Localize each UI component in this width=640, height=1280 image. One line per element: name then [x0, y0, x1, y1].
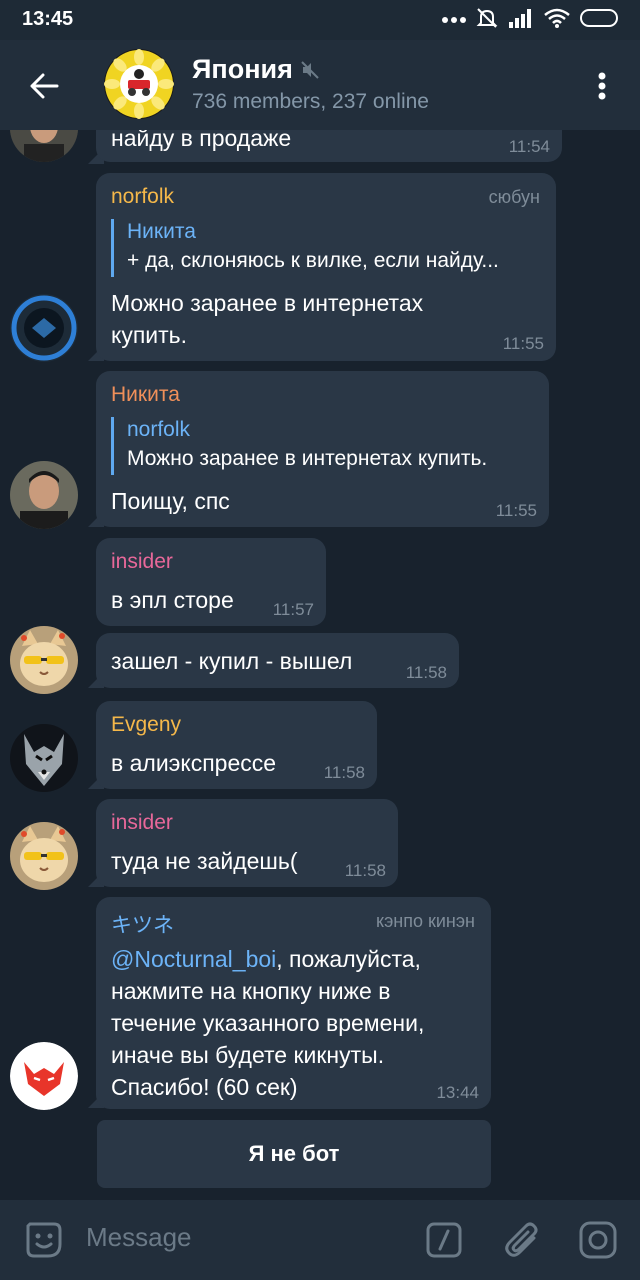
- message-time: 11:54: [508, 137, 550, 156]
- reply-text: Можно заранее в интернетах купить.: [127, 447, 488, 470]
- reply-author: norfolk: [127, 418, 191, 441]
- sender-name: insider: [111, 550, 173, 573]
- status-icons: [442, 7, 620, 34]
- message-time: 11:55: [502, 334, 544, 353]
- sticker-icon: [26, 1222, 62, 1258]
- slash-command-icon: [426, 1222, 462, 1258]
- more-dots-icon: [442, 11, 466, 29]
- message-bubble[interactable]: キツネ кэнпо кинэн @Nocturnal_boi, пожалуйс…: [96, 897, 491, 1109]
- wifi-icon: [544, 8, 570, 33]
- reply-text: + да, склоняюсь к вилке, если найду...: [127, 249, 499, 272]
- reply-quote[interactable]: norfolk Можно заранее в интернетах купит…: [111, 417, 532, 475]
- camera-icon: [579, 1221, 617, 1259]
- admin-title: кэнпо кинэн: [376, 911, 475, 931]
- sender-name: Никита: [111, 383, 180, 406]
- chat-header: Япония 736 members, 237 online: [0, 40, 640, 130]
- message-bubble[interactable]: insider в эпл сторе 11:57: [96, 538, 326, 626]
- chat-title[interactable]: Япония: [192, 54, 319, 85]
- chat-title-text: Япония: [192, 54, 293, 84]
- camera-button[interactable]: [579, 1221, 617, 1259]
- attach-button[interactable]: [504, 1220, 542, 1260]
- avatar[interactable]: [10, 130, 78, 162]
- back-button[interactable]: [18, 60, 70, 112]
- message-text: туда не зайдешь(: [111, 848, 298, 874]
- message-bubble[interactable]: найду в продаже 11:54: [96, 130, 562, 162]
- avatar[interactable]: [10, 1042, 78, 1110]
- sender-name: Evgeny: [111, 713, 182, 736]
- sender-name: norfolk: [111, 185, 175, 208]
- not-a-bot-button[interactable]: Я не бот: [97, 1120, 491, 1188]
- avatar[interactable]: [10, 724, 78, 792]
- message-text: в алиэкспрессе: [111, 750, 277, 776]
- menu-button[interactable]: [582, 64, 622, 108]
- sender-name: キツネ: [111, 914, 174, 937]
- message-bubble[interactable]: Никита norfolk Можно заранее в интернета…: [96, 371, 549, 527]
- message-time: 11:57: [272, 600, 314, 619]
- message-time: 11:58: [405, 663, 447, 682]
- message-list[interactable]: найду в продаже 11:54 norfolk сюбун Ники…: [0, 130, 640, 1200]
- status-time: 13:45: [22, 8, 74, 30]
- emoji-button[interactable]: [24, 1220, 64, 1260]
- message-bubble[interactable]: insider туда не зайдешь( 11:58: [96, 799, 398, 887]
- message-bubble[interactable]: norfolk сюбун Никита + да, склоняюсь к в…: [96, 173, 556, 361]
- message-bubble[interactable]: зашел - купил - вышел 11:58: [96, 633, 459, 688]
- avatar[interactable]: [10, 294, 78, 362]
- user-mention[interactable]: @Nocturnal_boi: [111, 946, 276, 972]
- message-text: найду в продаже: [111, 130, 292, 151]
- avatar[interactable]: [10, 626, 78, 694]
- reply-quote[interactable]: Никита + да, склоняюсь к вилке, если най…: [111, 219, 537, 277]
- message-text: @Nocturnal_boi, пожалуйста, нажмите на к…: [111, 943, 424, 1103]
- arrow-left-icon: [30, 73, 59, 99]
- avatar[interactable]: [10, 822, 78, 890]
- message-text: зашел - купил - вышел: [111, 648, 353, 674]
- message-text: Поищу, спс: [111, 488, 230, 514]
- bot-commands-button[interactable]: [426, 1222, 462, 1258]
- sender-name: insider: [111, 811, 173, 834]
- paperclip-icon: [505, 1222, 538, 1257]
- avatar[interactable]: [10, 461, 78, 529]
- members-count: 736 members, 237 online: [192, 90, 429, 113]
- signal-icon: [508, 8, 534, 33]
- more-vertical-icon: [598, 72, 606, 100]
- muted-speaker-icon: [301, 60, 319, 79]
- message-input[interactable]: Message: [86, 1222, 192, 1253]
- admin-title: сюбун: [488, 187, 540, 207]
- battery-icon: [580, 8, 620, 33]
- status-bar: 13:45: [0, 0, 640, 40]
- muted-bell-icon: [476, 7, 498, 34]
- message-input-bar: Message: [0, 1200, 640, 1280]
- message-bubble[interactable]: Evgeny в алиэкспрессе 11:58: [96, 701, 377, 789]
- message-text: Можно заранее в интернетах купить.: [111, 290, 424, 348]
- reply-author: Никита: [127, 220, 196, 243]
- message-time: 11:58: [323, 763, 365, 782]
- message-text: в эпл сторе: [111, 587, 234, 613]
- chat-avatar[interactable]: [104, 49, 174, 119]
- message-time: 13:44: [436, 1083, 479, 1102]
- message-time: 11:58: [344, 861, 386, 880]
- message-time: 11:55: [495, 501, 537, 520]
